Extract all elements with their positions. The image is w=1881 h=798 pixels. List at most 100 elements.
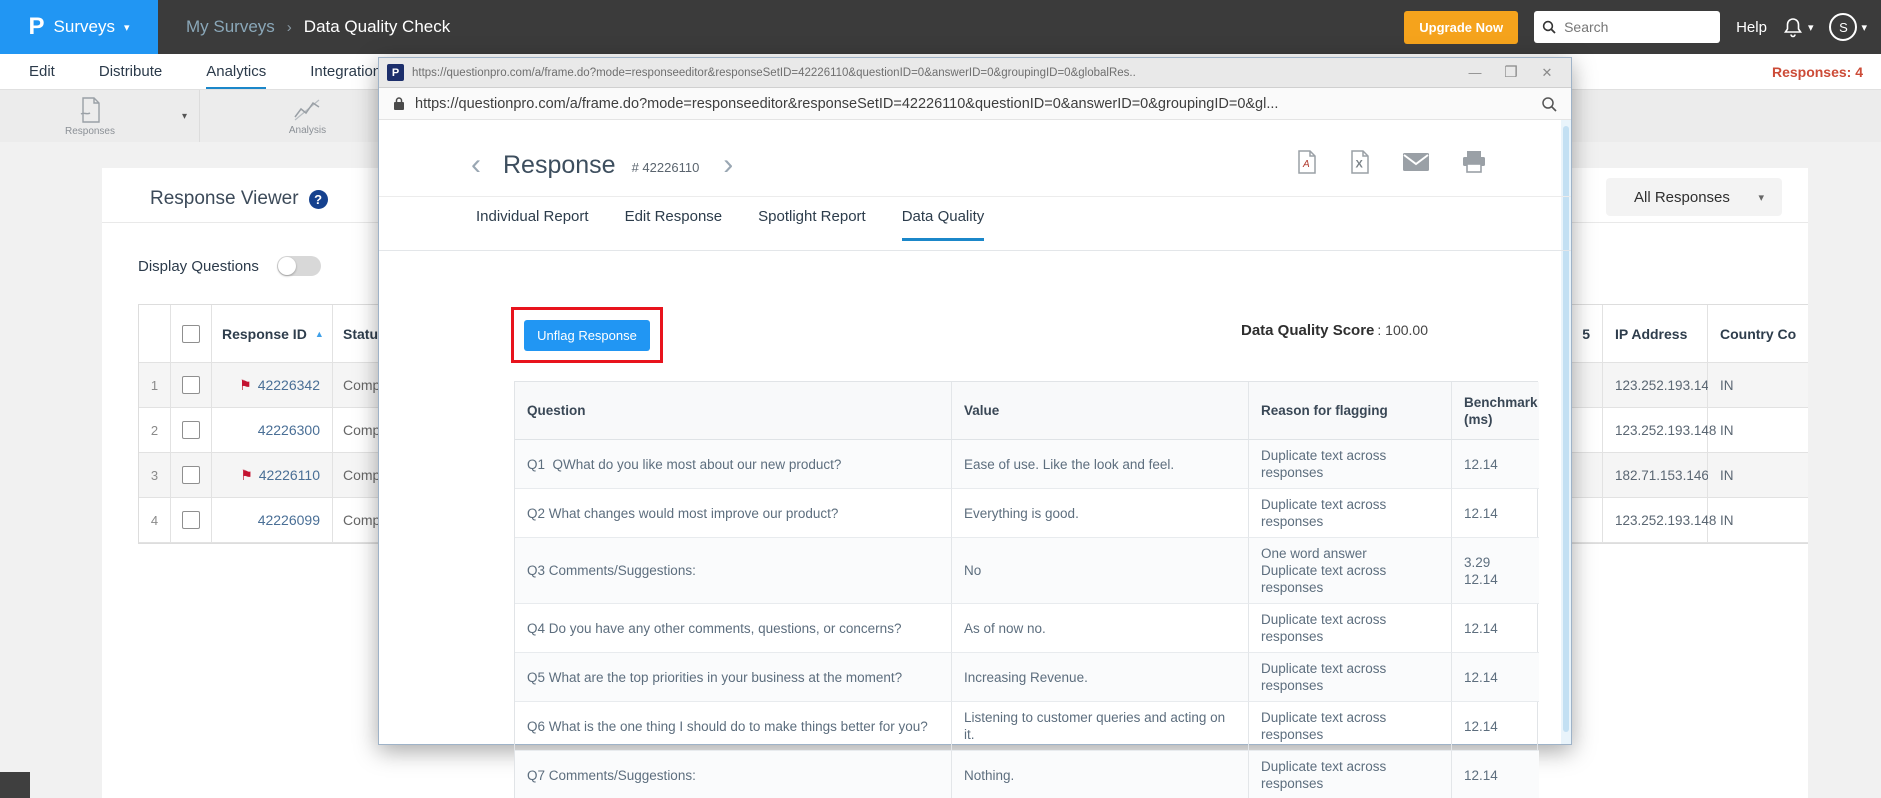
- reason-cell: Duplicate text across responses: [1249, 751, 1452, 798]
- response-id-link[interactable]: 42226099: [258, 512, 320, 528]
- country-cell: IN: [1708, 363, 1808, 408]
- maximize-button[interactable]: ❒: [1493, 59, 1529, 87]
- data-quality-score: Data Quality Score: 100.00: [1241, 322, 1428, 339]
- dq-header-0: Question: [515, 382, 952, 440]
- value-cell: No: [952, 538, 1249, 604]
- scrollbar[interactable]: [1561, 120, 1571, 744]
- window-titlebar[interactable]: P https://questionpro.com/a/frame.do?mod…: [379, 58, 1571, 88]
- help-link[interactable]: Help: [1736, 19, 1767, 36]
- nav-item-integration[interactable]: Integration: [310, 55, 381, 89]
- nav-item-distribute[interactable]: Distribute: [99, 55, 162, 89]
- address-bar[interactable]: https://questionpro.com/a/frame.do?mode=…: [379, 88, 1571, 120]
- benchmark-line: 12.14: [1464, 571, 1498, 587]
- next-response-button[interactable]: ›: [723, 150, 733, 180]
- row-number: 2: [139, 408, 171, 453]
- question-cell: Q4 Do you have any other comments, quest…: [515, 604, 952, 653]
- dq-table-row: Q5 What are the top priorities in your b…: [515, 653, 1539, 702]
- dq-header-2: Reason for flagging: [1249, 382, 1452, 440]
- country-cell: IN: [1708, 453, 1808, 498]
- country-code-header[interactable]: Country Co: [1708, 305, 1808, 363]
- chevron-down-icon: ▾: [123, 21, 130, 34]
- ip-cell: 123.252.193.148: [1603, 498, 1716, 543]
- row-checkbox[interactable]: [182, 511, 200, 529]
- response-id-header[interactable]: Response ID ▲: [212, 305, 333, 363]
- nav-item-edit[interactable]: Edit: [29, 55, 55, 89]
- breadcrumb-my-surveys[interactable]: My Surveys: [186, 17, 275, 37]
- breadcrumb: My Surveys › Data Quality Check: [186, 17, 450, 37]
- response-id-link[interactable]: 42226110: [259, 467, 320, 483]
- previous-response-button[interactable]: ‹: [471, 150, 481, 180]
- reason-line: Duplicate text across responses: [1261, 661, 1387, 693]
- questionpro-favicon-icon: P: [387, 64, 404, 81]
- benchmark-line: 12.14: [1464, 505, 1498, 521]
- data-quality-table: Question Value Reason for flagging Benchmar…: [514, 381, 1539, 798]
- chevron-down-icon: ▾: [1758, 191, 1764, 204]
- search-icon: [1542, 20, 1556, 34]
- reason-line: One word answer: [1261, 546, 1367, 561]
- response-filter-dropdown[interactable]: All Responses ▾: [1606, 178, 1782, 216]
- nav-item-analytics[interactable]: Analytics: [206, 55, 267, 89]
- window-title: https://questionpro.com/a/frame.do?mode=…: [412, 66, 1136, 79]
- row-checkbox[interactable]: [182, 421, 200, 439]
- display-questions-toggle[interactable]: [276, 256, 321, 276]
- address-url: https://questionpro.com/a/frame.do?mode=…: [415, 95, 1279, 112]
- bottom-left-widget[interactable]: [0, 772, 30, 798]
- sort-ascending-icon: ▲: [314, 328, 324, 339]
- benchmark-cell: 12.14: [1452, 653, 1539, 702]
- notifications-menu[interactable]: ▾: [1783, 17, 1813, 38]
- print-icon[interactable]: [1462, 151, 1486, 173]
- response-id: # 42226110: [631, 159, 700, 175]
- select-all-checkbox[interactable]: [182, 324, 200, 343]
- response-id-cell[interactable]: ⚑ 42226110: [212, 453, 333, 498]
- tab-spotlight-report[interactable]: Spotlight Report: [758, 208, 866, 241]
- response-id-link[interactable]: 42226342: [258, 377, 320, 393]
- benchmark-line: 3.29: [1464, 554, 1491, 570]
- export-pdf-icon[interactable]: A: [1297, 150, 1317, 174]
- ip-address-header[interactable]: IP Address: [1603, 305, 1708, 363]
- reason-cell: Duplicate text across responses: [1249, 653, 1452, 702]
- benchmark-line: 12.14: [1464, 620, 1498, 636]
- account-menu[interactable]: S ▾: [1829, 13, 1867, 41]
- country-cell: IN: [1708, 408, 1808, 453]
- value-cell: As of now no.: [952, 604, 1249, 653]
- reason-cell: One word answer Duplicate text across res…: [1249, 538, 1452, 604]
- unflag-response-button[interactable]: Unflag Response: [524, 319, 650, 351]
- flag-icon: ⚑: [239, 376, 252, 393]
- tab-edit-response[interactable]: Edit Response: [625, 208, 723, 241]
- toolbar-responses-menu[interactable]: Responses ▾: [10, 90, 200, 142]
- response-id-cell[interactable]: ⚑ 42226342: [212, 363, 333, 408]
- response-id-cell[interactable]: 42226099: [212, 498, 333, 543]
- tab-data-quality[interactable]: Data Quality: [901, 208, 985, 241]
- help-icon[interactable]: ?: [308, 189, 328, 209]
- divider: [379, 250, 1571, 251]
- dq-table-row: Q4 Do you have any other comments, quest…: [515, 604, 1539, 653]
- benchmark-line: 12.14: [1464, 669, 1498, 685]
- country-cell: IN: [1708, 498, 1808, 543]
- row-checkbox[interactable]: [182, 376, 200, 394]
- reason-cell: Duplicate text across responses: [1249, 440, 1452, 489]
- response-id-cell[interactable]: 42226300: [212, 408, 333, 453]
- email-icon[interactable]: [1403, 153, 1429, 171]
- response-id-link[interactable]: 42226300: [258, 422, 320, 438]
- bell-icon: [1783, 17, 1803, 38]
- minimize-button[interactable]: —: [1457, 59, 1493, 87]
- search-input[interactable]: [1562, 18, 1748, 36]
- toolbar-responses-label: Responses: [64, 125, 115, 137]
- upgrade-now-button[interactable]: Upgrade Now: [1404, 10, 1519, 44]
- tab-individual-report[interactable]: Individual Report: [476, 208, 589, 241]
- row-checkbox[interactable]: [182, 466, 200, 484]
- benchmark-cell: 12.14: [1452, 751, 1539, 798]
- zoom-page-icon[interactable]: [1541, 96, 1557, 112]
- responses-document-icon: [77, 96, 103, 124]
- close-button[interactable]: ✕: [1529, 59, 1565, 87]
- row-number: 3: [139, 453, 171, 498]
- global-search[interactable]: [1534, 11, 1748, 43]
- dq-table-header-row: Question Value Reason for flagging Benchmar…: [515, 382, 1539, 440]
- select-all-cell: [171, 305, 212, 363]
- product-switcher[interactable]: P Surveys ▾: [0, 0, 158, 54]
- benchmark-line: 12.14: [1464, 767, 1498, 783]
- ip-cell: 123.252.193.148: [1603, 363, 1716, 408]
- scrollbar-thumb[interactable]: [1563, 126, 1569, 732]
- export-excel-icon[interactable]: X: [1350, 150, 1370, 174]
- row-number: 1: [139, 363, 171, 408]
